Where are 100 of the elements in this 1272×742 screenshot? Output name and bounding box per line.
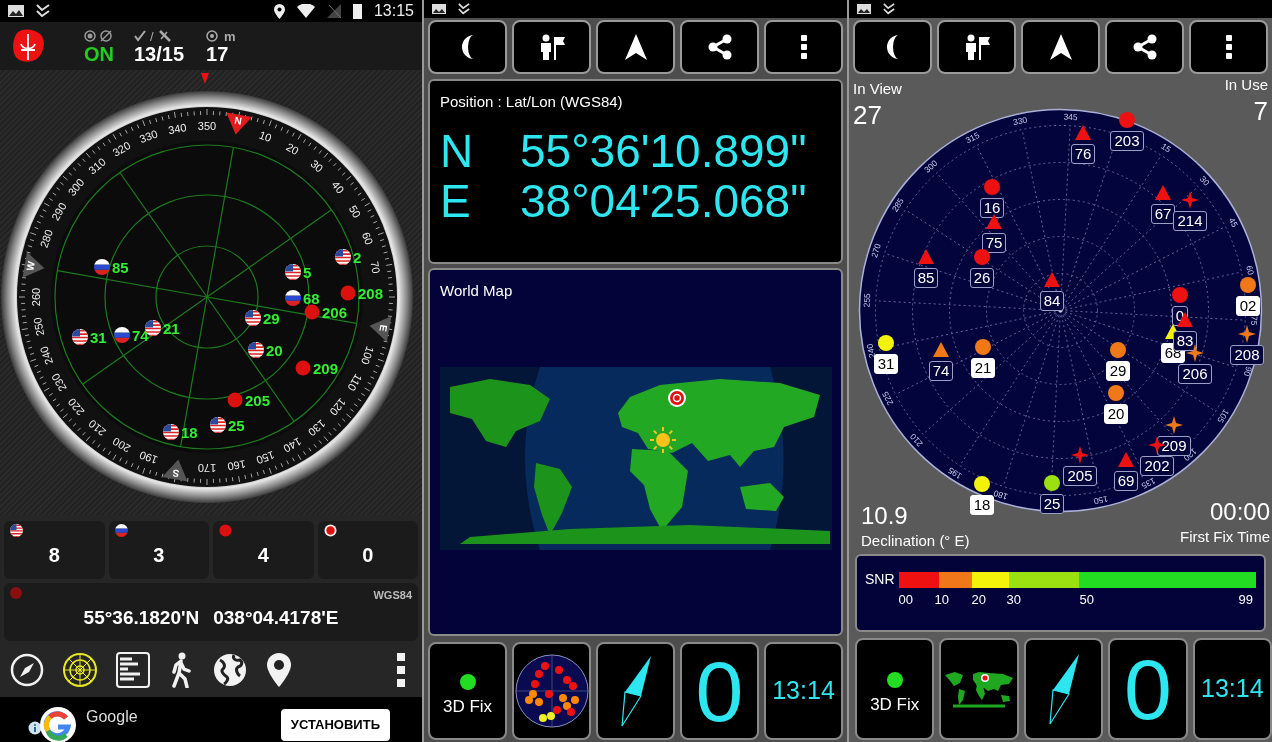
install-button[interactable]: УСТАНОВИТЬ	[280, 709, 390, 741]
degree-label: 280	[37, 227, 56, 250]
toolbar-button[interactable]	[680, 20, 759, 74]
degree-label: 230	[49, 371, 69, 394]
degree-label: 340	[167, 121, 188, 137]
toolbar-button[interactable]	[512, 20, 591, 74]
world-map-title: World Map	[440, 281, 514, 301]
location-pin-icon[interactable]	[266, 652, 292, 688]
degree-label: 170	[197, 462, 217, 474]
battery-icon	[352, 3, 362, 19]
ball-icon	[340, 285, 356, 301]
degree-label: 15	[1159, 141, 1173, 155]
degree-label: 350	[197, 120, 217, 132]
in-use-count: 7	[1253, 96, 1268, 125]
satellite-number: 18	[181, 424, 198, 440]
toolbar-button[interactable]	[937, 20, 1016, 74]
moon-icon	[461, 35, 474, 59]
degree-label: 255	[861, 293, 873, 308]
toolbar-button[interactable]	[764, 20, 843, 74]
degree-label: 160	[226, 457, 247, 473]
satellite-number: 205	[245, 392, 271, 408]
satellite-number: 209	[313, 360, 339, 376]
cardinal-marker: W	[22, 252, 45, 278]
satellite-number-tag: 74	[928, 361, 954, 381]
bar-list-icon[interactable]	[116, 652, 150, 688]
satellite-count-tile[interactable]: 0	[1108, 638, 1188, 740]
moon-icon	[886, 35, 899, 59]
sky-plot-tile[interactable]	[512, 642, 591, 740]
toolbar-button[interactable]	[853, 20, 932, 74]
satellite-number-tag: 20	[1103, 404, 1129, 424]
toolbar-button[interactable]	[1021, 20, 1100, 74]
radar-icon[interactable]	[62, 652, 98, 688]
clock-tile[interactable]: 13:14	[1192, 638, 1272, 740]
satellite-count-tile[interactable]: 0	[680, 642, 759, 740]
clock-time: 13:14	[1201, 673, 1264, 705]
satellite-number-tag: 205	[1063, 466, 1097, 486]
gps-status: ON	[84, 44, 114, 64]
degree-label: 150	[1092, 493, 1109, 507]
satellite-number-tag: 18	[969, 495, 995, 515]
degree-label: 210	[907, 431, 925, 449]
satellite-number-tag: 202	[1140, 456, 1174, 476]
satellite-number: 68	[303, 290, 320, 306]
toolbar-button[interactable]	[1105, 20, 1184, 74]
degree-label: 210	[86, 417, 108, 439]
in-view-label: In View	[853, 79, 902, 99]
ad-app-name: Google	[86, 707, 138, 727]
fix-status-tile[interactable]: 3D Fix	[855, 638, 935, 740]
satellite-number-tag: 25	[1039, 494, 1065, 514]
coordinate-axis: N	[440, 125, 475, 176]
globe-icon[interactable]	[212, 652, 248, 688]
satellite-number-tag: 29	[1105, 361, 1131, 381]
degree-label: 240	[37, 344, 56, 367]
degree-label: 320	[110, 139, 133, 159]
compass-tile[interactable]	[596, 642, 675, 740]
satellite-number: 74	[132, 327, 149, 343]
degree-label: 330	[1012, 114, 1029, 128]
satellite-number-tag: 206	[1178, 364, 1212, 384]
degree-label: 140	[281, 435, 304, 455]
degree-label: 100	[358, 344, 377, 367]
share-icon	[706, 34, 733, 60]
status-time: 13:15	[373, 1, 414, 21]
degree-label: 200	[110, 435, 133, 455]
fix-status-tile[interactable]: 3D Fix	[428, 642, 507, 740]
more-options-icon	[799, 34, 808, 60]
flag-icon	[94, 259, 110, 275]
satellite-number: 25	[228, 417, 245, 433]
cardinal-marker: E	[369, 316, 392, 342]
degree-label: 180	[992, 488, 1009, 502]
cardinal-marker: N	[226, 112, 252, 135]
satellite-number-tag: 85	[913, 268, 939, 288]
image-icon	[8, 5, 24, 17]
more-options-icon[interactable]	[396, 652, 406, 688]
snr-label: SNR	[865, 570, 895, 588]
signal-icon	[326, 4, 341, 18]
clock-tile[interactable]: 13:14	[764, 642, 843, 740]
world-map-tile[interactable]	[939, 638, 1019, 740]
satellite-number-tag: 16	[979, 198, 1005, 218]
compass-icon[interactable]	[10, 653, 44, 687]
toolbar-button[interactable]	[428, 20, 507, 74]
navigation-arrow-icon	[623, 33, 648, 61]
toolbar-button[interactable]	[596, 20, 675, 74]
datum-label: WGS84	[373, 588, 412, 603]
sun-icon	[649, 425, 677, 454]
satellite-number: 2	[353, 249, 362, 265]
satellite-number: 29	[263, 310, 280, 326]
flag-icon	[10, 524, 23, 537]
location-icon	[273, 3, 285, 19]
degree-label: 345	[1063, 111, 1078, 123]
degree-label: 30	[1197, 173, 1212, 188]
degree-label: 190	[137, 448, 160, 467]
wifi-icon	[296, 4, 315, 18]
toolbar-button[interactable]	[1189, 20, 1268, 74]
degree-label: 250	[31, 316, 47, 337]
dot-icon	[10, 587, 22, 599]
compass-tile[interactable]	[1023, 638, 1104, 740]
dot-icon	[323, 524, 337, 537]
location-marker-icon	[667, 387, 687, 408]
google-logo-icon	[40, 707, 76, 742]
more-options-icon	[1224, 34, 1233, 60]
share-icon	[1131, 34, 1158, 60]
